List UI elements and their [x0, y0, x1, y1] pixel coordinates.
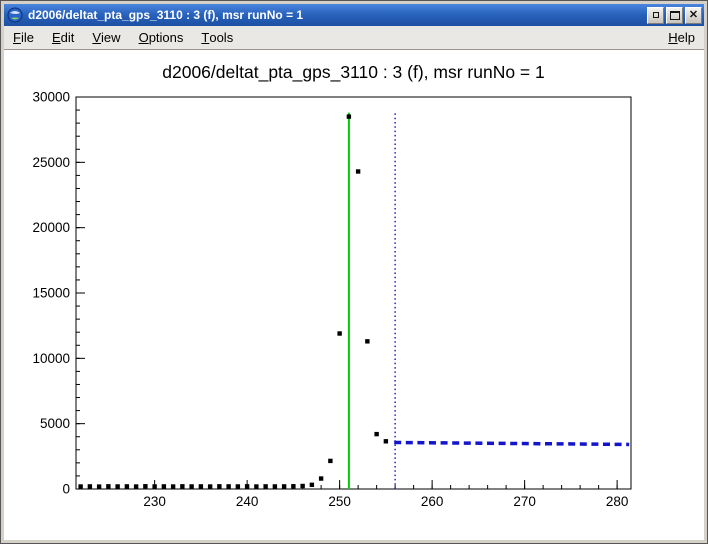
histogram-data-marker [347, 114, 351, 118]
app-icon [7, 7, 23, 23]
histogram-data-marker [125, 484, 129, 488]
x-tick-label: 240 [236, 494, 259, 509]
histogram-data-marker [88, 484, 92, 488]
plot-title: d2006/deltat_pta_gps_3110 : 3 (f), msr r… [162, 62, 545, 83]
menu-tools[interactable]: Tools [192, 26, 242, 49]
plot-frame [76, 97, 631, 489]
y-tick-label: 15000 [32, 286, 70, 301]
menu-options[interactable]: Options [130, 26, 193, 49]
histogram-data-marker [171, 484, 175, 488]
x-tick-label: 280 [606, 494, 629, 509]
close-icon: ✕ [689, 10, 698, 21]
app-window: d2006/deltat_pta_gps_3110 : 3 (f), msr r… [0, 0, 708, 544]
histogram-data-marker [78, 484, 82, 488]
histogram-data-marker [254, 484, 258, 488]
histogram-data-marker [162, 484, 166, 488]
menubar-spacer [242, 26, 659, 49]
y-tick-label: 30000 [32, 90, 70, 105]
minimize-button[interactable] [647, 7, 664, 24]
close-button[interactable]: ✕ [685, 7, 702, 24]
histogram-data-marker [115, 484, 119, 488]
maximize-icon [670, 11, 680, 20]
plot-canvas[interactable]: d2006/deltat_pta_gps_3110 : 3 (f), msr r… [4, 50, 704, 540]
histogram-data-marker [374, 432, 378, 436]
titlebar[interactable]: d2006/deltat_pta_gps_3110 : 3 (f), msr r… [4, 4, 704, 26]
y-tick-label: 10000 [32, 351, 70, 366]
histogram-data-marker [217, 484, 221, 488]
histogram-data-marker [282, 484, 286, 488]
histogram-data-marker [152, 484, 156, 488]
x-tick-label: 250 [328, 494, 351, 509]
histogram-data-marker [208, 484, 212, 488]
histogram-data-marker [143, 484, 147, 488]
window-title: d2006/deltat_pta_gps_3110 : 3 (f), msr r… [28, 8, 647, 22]
y-tick-label: 0 [62, 482, 70, 497]
histogram-data-marker [199, 484, 203, 488]
histogram-data-marker [180, 484, 184, 488]
histogram-data-marker [226, 484, 230, 488]
histogram-data-marker [189, 484, 193, 488]
y-tick-label: 5000 [40, 416, 70, 431]
histogram-data-marker [236, 484, 240, 488]
menu-file[interactable]: File [4, 26, 43, 49]
histogram-data-marker [337, 331, 341, 335]
histogram-data-marker [310, 483, 314, 487]
histogram-data-marker [97, 484, 101, 488]
y-tick-label: 25000 [32, 155, 70, 170]
menubar: File Edit View Options Tools Help [4, 26, 704, 50]
x-tick-label: 260 [421, 494, 444, 509]
histogram-data-marker [134, 484, 138, 488]
menu-help[interactable]: Help [659, 26, 704, 49]
histogram-data-marker [319, 476, 323, 480]
histogram-data-marker [300, 484, 304, 488]
histogram-data-marker [356, 169, 360, 173]
histogram-data-marker [273, 484, 277, 488]
histogram-data-marker [106, 484, 110, 488]
histogram-data-marker [291, 484, 295, 488]
menu-edit[interactable]: Edit [43, 26, 83, 49]
y-tick-label: 20000 [32, 220, 70, 235]
histogram-data-marker [263, 484, 267, 488]
window-controls: ✕ [647, 7, 702, 24]
minimize-icon [653, 12, 659, 18]
x-tick-label: 270 [513, 494, 536, 509]
histogram-data-marker [365, 339, 369, 343]
maximize-button[interactable] [666, 7, 683, 24]
histogram-data-marker [245, 484, 249, 488]
histogram-data-marker [328, 459, 332, 463]
histogram-plot: d2006/deltat_pta_gps_3110 : 3 (f), msr r… [4, 50, 704, 540]
theory-fit [394, 442, 629, 444]
menu-view[interactable]: View [83, 26, 129, 49]
histogram-data-marker [384, 439, 388, 443]
x-tick-label: 230 [143, 494, 166, 509]
